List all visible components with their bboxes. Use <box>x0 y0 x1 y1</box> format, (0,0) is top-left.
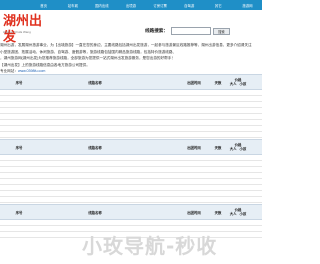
price-child-label: 小孩 <box>239 147 247 151</box>
col-route-name: 线路名称 <box>88 145 102 150</box>
nav-item-outbound[interactable]: 出境游 <box>116 3 145 8</box>
price-adult-label: 大人 <box>229 82 237 86</box>
table-row <box>0 197 262 203</box>
route-table-2: 序号 线路名称 出团时间 天数 价格 大人 小孩 <box>0 139 262 203</box>
table-body <box>0 90 262 138</box>
site-url-link[interactable]: www.0398fu.com <box>18 69 45 73</box>
search-label: 线路搜索： <box>145 29 168 34</box>
nav-item-other[interactable]: 其它 <box>204 3 233 8</box>
col-days: 天数 <box>214 210 222 215</box>
col-date: 出团时间 <box>187 210 201 215</box>
col-price: 价格 大人 小孩 <box>226 205 250 219</box>
col-days: 天数 <box>214 80 222 85</box>
watermark-text: 小玫导航-秒收 <box>82 234 218 258</box>
price-child-label: 小孩 <box>239 212 247 216</box>
intro-line: 湖州出游，发展湖州旅游事业，为【出境旅游】一直在您的身边，主要线路包括湖州出发旅… <box>0 43 252 47</box>
table-header: 序号 线路名称 出团时间 天数 价格 大人 小孩 <box>0 74 262 90</box>
nav-item-self-drive[interactable]: 自驾游 <box>175 3 204 8</box>
table-header: 序号 线路名称 出团时间 天数 价格 大人 小孩 <box>0 204 262 220</box>
col-index: 序号 <box>15 80 23 85</box>
table-body <box>0 155 262 203</box>
nav-item-travel-net[interactable]: 旅游网 <box>233 3 262 8</box>
nav-item-domestic[interactable]: 国内出线 <box>87 3 116 8</box>
nav-item-booking[interactable]: 订房订票 <box>146 3 175 8</box>
site-logo[interactable]: 湖州出发 Huzhou Chufa Wang <box>1 13 51 45</box>
intro-line: 小型旅游团、拓展活动、休闲旅游、自驾游、度假游等，旅游线路包括国内精品旅游线路，… <box>0 49 177 54</box>
price-adult-label: 大人 <box>229 147 237 151</box>
col-route-name: 线路名称 <box>88 80 102 85</box>
logo-subtext: Huzhou Chufa Wang <box>3 30 31 34</box>
intro-line: 【湖州出发】上的旅游线路信息由各地方旅游公司提供。 <box>0 62 90 67</box>
nav-item-2[interactable]: 站车城 <box>58 3 87 8</box>
col-price: 价格 大人 小孩 <box>226 75 250 89</box>
col-index: 序号 <box>15 210 23 215</box>
search-input[interactable] <box>170 27 211 35</box>
col-route-name: 线路名称 <box>88 210 102 215</box>
price-adult-label: 大人 <box>229 212 237 216</box>
top-nav-bar: 首页 站车城 国内出线 出境游 订房订票 自驾游 其它 旅游网 <box>0 0 262 10</box>
search-button[interactable]: 搜索 <box>212 27 230 35</box>
intro-text: 湖州出游，发展湖州旅游事业，为【出境旅游】一直在您的身边，主要线路包括湖州出发旅… <box>0 42 262 75</box>
nav-item-home[interactable]: 首页 <box>29 3 58 8</box>
col-days: 天数 <box>214 145 222 150</box>
col-date: 出团时间 <box>187 80 201 85</box>
intro-line: ，湖州旅游网(湖州出发)为您推荐旅游线路，全部旅游为您提供一站式湖州出发旅游服务… <box>0 56 175 61</box>
url-prefix: 专业网站： <box>0 69 18 74</box>
col-index: 序号 <box>15 145 23 150</box>
search-area: 线路搜索： 搜索 <box>145 26 230 36</box>
col-date: 出团时间 <box>187 145 201 150</box>
table-row <box>0 132 262 138</box>
table-header: 序号 线路名称 出团时间 天数 价格 大人 小孩 <box>0 139 262 155</box>
price-child-label: 小孩 <box>239 82 247 86</box>
route-table-1: 序号 线路名称 出团时间 天数 价格 大人 小孩 <box>0 74 262 138</box>
col-price: 价格 大人 小孩 <box>226 140 250 154</box>
